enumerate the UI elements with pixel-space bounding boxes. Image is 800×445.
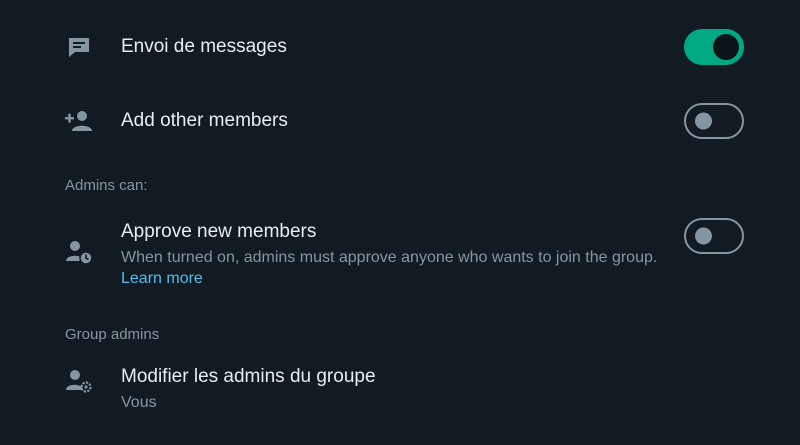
edit-admins-row[interactable]: Modifier les admins du groupe Vous — [0, 360, 800, 420]
group-permissions-screen: Envoi de messages Add other members Admi… — [0, 0, 800, 445]
add-person-icon — [64, 106, 94, 136]
toggle-knob — [713, 34, 739, 60]
approve-members-label: Approve new members — [121, 221, 317, 242]
approve-members-row[interactable]: Approve new members When turned on, admi… — [0, 215, 800, 295]
admins-can-header: Admins can: — [65, 177, 148, 194]
person-clock-icon — [64, 237, 94, 267]
group-admins-header: Group admins — [65, 326, 160, 343]
edit-admins-value: Vous — [121, 394, 157, 411]
send-messages-label: Envoi de messages — [121, 36, 287, 57]
message-icon — [64, 32, 94, 62]
send-messages-row[interactable]: Envoi de messages — [0, 22, 800, 72]
approve-members-toggle[interactable] — [684, 218, 744, 254]
add-members-toggle[interactable] — [684, 103, 744, 139]
person-gear-icon — [64, 366, 94, 396]
add-members-label: Add other members — [121, 110, 288, 131]
learn-more-link[interactable]: Learn more — [121, 270, 203, 287]
approve-members-description: When turned on, admins must approve anyo… — [121, 247, 661, 289]
add-members-row[interactable]: Add other members — [0, 96, 800, 146]
toggle-knob — [695, 227, 712, 245]
send-messages-toggle[interactable] — [684, 29, 744, 65]
edit-admins-label: Modifier les admins du groupe — [121, 366, 376, 387]
toggle-knob — [695, 112, 712, 130]
approve-members-description-text: When turned on, admins must approve anyo… — [121, 249, 658, 266]
